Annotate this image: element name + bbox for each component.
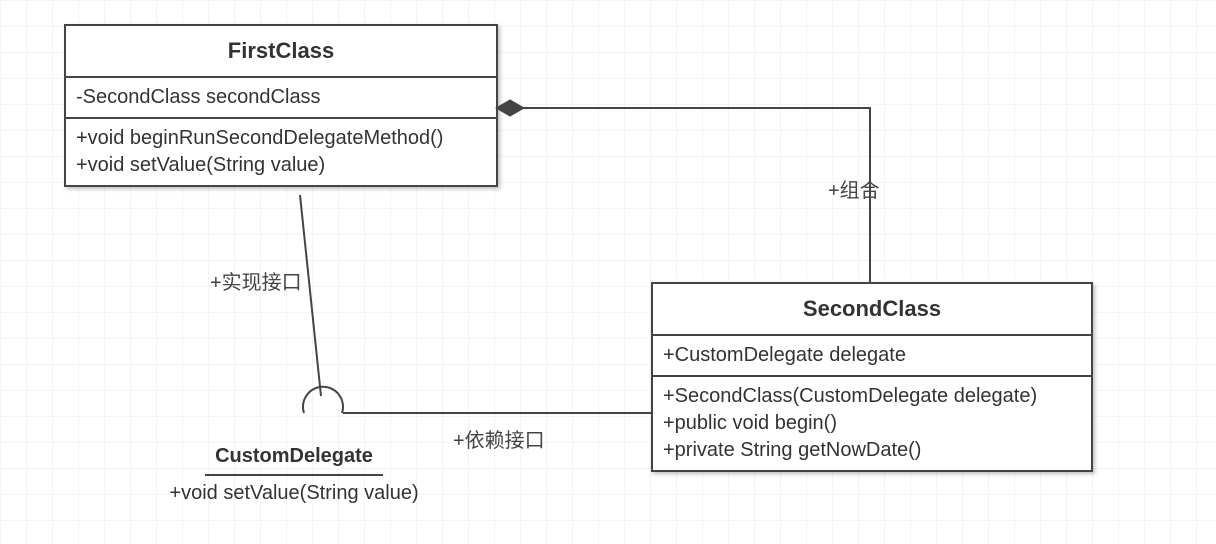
label-dependency: +依赖接口 [453, 424, 545, 453]
edge-composition [496, 100, 870, 282]
edge-realization [300, 195, 343, 413]
uml-canvas: FirstClass -SecondClass secondClass +voi… [0, 0, 1216, 544]
label-composition: +组合 [828, 174, 880, 203]
connectors [0, 0, 1216, 544]
label-realization: +实现接口 [210, 266, 302, 295]
